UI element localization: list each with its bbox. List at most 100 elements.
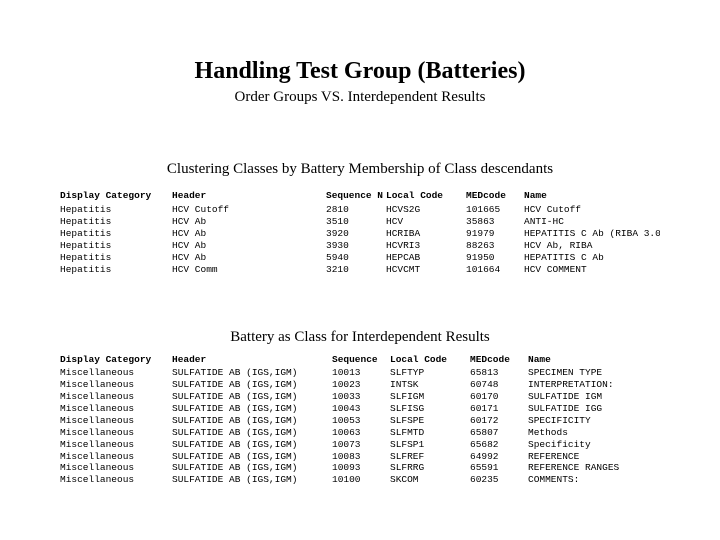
page-title: Handling Test Group (Batteries) [60, 58, 660, 84]
table-row: MiscellaneousSULFATIDE AB (IGS,IGM)10063… [60, 427, 660, 439]
table-row: MiscellaneousSULFATIDE AB (IGS,IGM)10043… [60, 403, 660, 415]
table-row: MiscellaneousSULFATIDE AB (IGS,IGM)10013… [60, 367, 660, 379]
table-row: MiscellaneousSULFATIDE AB (IGS,IGM)10023… [60, 379, 660, 391]
cell: HCVCMT [386, 264, 466, 276]
col-header: Header [172, 190, 326, 204]
cell: SULFATIDE AB (IGS,IGM) [172, 415, 332, 427]
cell: Hepatitis [60, 264, 172, 276]
col-sequence-n: Sequence N [326, 190, 386, 204]
col-header: Header [172, 354, 332, 368]
cell: SULFATIDE AB (IGS,IGM) [172, 474, 332, 486]
cell: SULFATIDE AB (IGS,IGM) [172, 379, 332, 391]
table-row: MiscellaneousSULFATIDE AB (IGS,IGM)10093… [60, 462, 660, 474]
cell: SULFATIDE IGG [528, 403, 660, 415]
cell: 10063 [332, 427, 390, 439]
cell: SLFMTD [390, 427, 470, 439]
cell: 60171 [470, 403, 528, 415]
cell: SLFISG [390, 403, 470, 415]
cell: HEPCAB [386, 252, 466, 264]
table-header-row: Display Category Header Sequence Local C… [60, 354, 660, 368]
cell: HCV Ab [172, 240, 326, 252]
cell: SULFATIDE AB (IGS,IGM) [172, 439, 332, 451]
cell: HCVRI3 [386, 240, 466, 252]
cell: 3920 [326, 228, 386, 240]
cell: 10023 [332, 379, 390, 391]
cell: 2810 [326, 204, 386, 216]
col-local-code: Local Code [390, 354, 470, 368]
table-row: HepatitisHCV Ab5940HEPCAB91950HEPATITIS … [60, 252, 660, 264]
cell: 35863 [466, 216, 524, 228]
cell: Hepatitis [60, 228, 172, 240]
cell: SPECIMEN TYPE [528, 367, 660, 379]
cell: 60170 [470, 391, 528, 403]
cell: HCV Cutoff [524, 204, 660, 216]
cell: 65813 [470, 367, 528, 379]
cell: 10043 [332, 403, 390, 415]
cell: SLFREF [390, 451, 470, 463]
cell: 10033 [332, 391, 390, 403]
cell: Miscellaneous [60, 474, 172, 486]
cell: SULFATIDE AB (IGS,IGM) [172, 451, 332, 463]
cell: 91950 [466, 252, 524, 264]
section2-label: Battery as Class for Interdependent Resu… [60, 328, 660, 346]
cell: ANTI-HC [524, 216, 660, 228]
cell: HCV Ab [172, 252, 326, 264]
cell: 10083 [332, 451, 390, 463]
cell: Methods [528, 427, 660, 439]
cell: SULFATIDE AB (IGS,IGM) [172, 391, 332, 403]
cell: 10053 [332, 415, 390, 427]
cell: Miscellaneous [60, 439, 172, 451]
col-name: Name [524, 190, 660, 204]
cell: 65591 [470, 462, 528, 474]
table-2: Display Category Header Sequence Local C… [60, 354, 660, 487]
page-subtitle: Order Groups VS. Interdependent Results [60, 88, 660, 106]
cell: 101664 [466, 264, 524, 276]
cell: 60235 [470, 474, 528, 486]
cell: 101665 [466, 204, 524, 216]
cell: SLFIGM [390, 391, 470, 403]
cell: 60748 [470, 379, 528, 391]
table-row: MiscellaneousSULFATIDE AB (IGS,IGM)10033… [60, 391, 660, 403]
col-name: Name [528, 354, 660, 368]
cell: 65682 [470, 439, 528, 451]
cell: HCV [386, 216, 466, 228]
cell: SULFATIDE AB (IGS,IGM) [172, 403, 332, 415]
cell: SPECIFICITY [528, 415, 660, 427]
cell: 3510 [326, 216, 386, 228]
cell: SULFATIDE AB (IGS,IGM) [172, 367, 332, 379]
table-row: HepatitisHCV Ab3920HCRIBA91979HEPATITIS … [60, 228, 660, 240]
cell: HCV Comm [172, 264, 326, 276]
col-local-code: Local Code [386, 190, 466, 204]
table-row: HepatitisHCV Ab3510HCV35863ANTI-HC [60, 216, 660, 228]
cell: SLFSP1 [390, 439, 470, 451]
cell: INTSK [390, 379, 470, 391]
table-row: MiscellaneousSULFATIDE AB (IGS,IGM)10073… [60, 439, 660, 451]
cell: COMMENTS: [528, 474, 660, 486]
table-1: Display Category Header Sequence N Local… [60, 190, 660, 275]
cell: SLFTYP [390, 367, 470, 379]
col-medcode: MEDcode [466, 190, 524, 204]
cell: Miscellaneous [60, 462, 172, 474]
slide: Handling Test Group (Batteries) Order Gr… [0, 0, 720, 540]
cell: 10093 [332, 462, 390, 474]
cell: 3210 [326, 264, 386, 276]
cell: SLFSPE [390, 415, 470, 427]
cell: Miscellaneous [60, 367, 172, 379]
cell: 10073 [332, 439, 390, 451]
cell: 3930 [326, 240, 386, 252]
cell: Hepatitis [60, 252, 172, 264]
table-row: MiscellaneousSULFATIDE AB (IGS,IGM)10100… [60, 474, 660, 486]
cell: Miscellaneous [60, 427, 172, 439]
table-row: HepatitisHCV Ab3930HCVRI388263HCV Ab, RI… [60, 240, 660, 252]
cell: SLFRRG [390, 462, 470, 474]
table-header-row: Display Category Header Sequence N Local… [60, 190, 660, 204]
col-medcode: MEDcode [470, 354, 528, 368]
cell: HEPATITIS C Ab [524, 252, 660, 264]
cell: Specificity [528, 439, 660, 451]
cell: REFERENCE [528, 451, 660, 463]
cell: 64992 [470, 451, 528, 463]
col-display-category: Display Category [60, 190, 172, 204]
cell: Hepatitis [60, 204, 172, 216]
cell: HCRIBA [386, 228, 466, 240]
cell: 88263 [466, 240, 524, 252]
